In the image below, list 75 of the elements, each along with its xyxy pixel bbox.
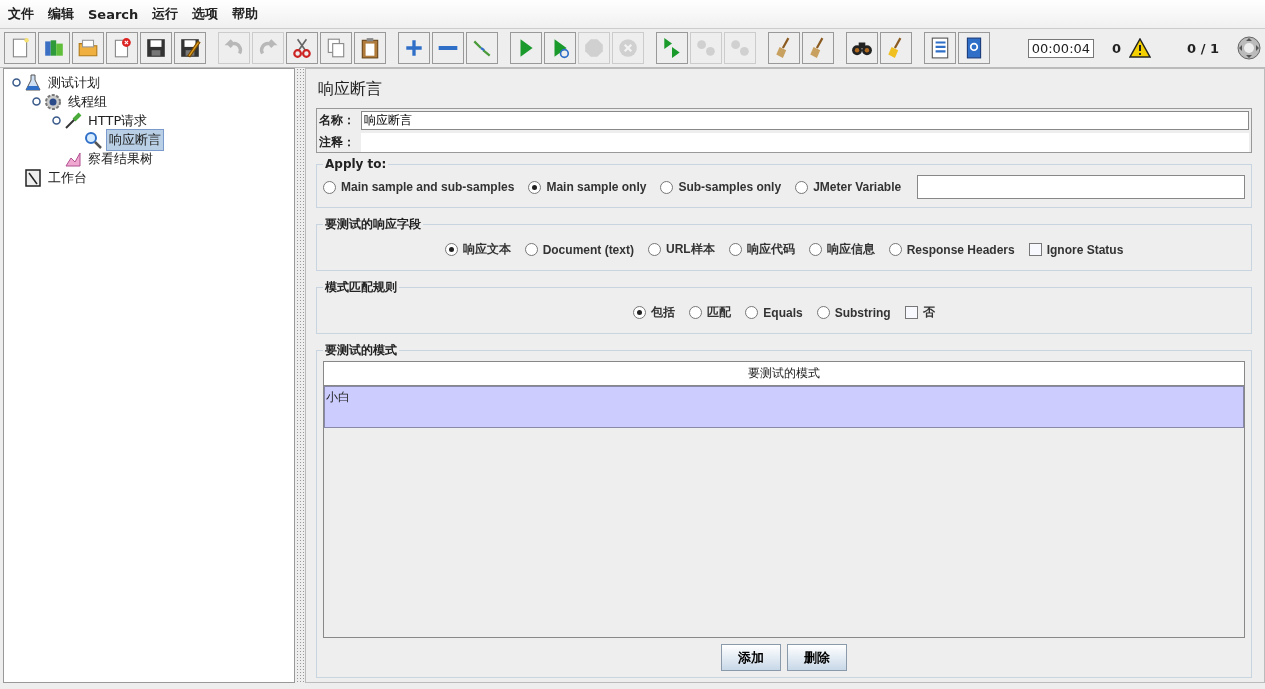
folder-icon: [77, 37, 99, 59]
warning-icon[interactable]: [1129, 38, 1152, 58]
radio-option[interactable]: URL样本: [647, 241, 715, 258]
pipette-icon: [64, 111, 82, 130]
tree-node[interactable]: 测试计划: [46, 72, 102, 93]
flask-icon: [24, 73, 42, 92]
floppy-pencil-icon: [179, 37, 201, 59]
comment-field[interactable]: [361, 133, 1249, 152]
tree-node[interactable]: 工作台: [46, 167, 89, 188]
gear-icon: [44, 92, 62, 111]
radio-option[interactable]: Substring: [816, 305, 891, 320]
toolbar-button[interactable]: [958, 32, 990, 64]
radio-option[interactable]: 响应代码: [728, 241, 795, 258]
expanded-handle-icon[interactable]: [31, 97, 41, 106]
expanded-handle-icon[interactable]: [11, 78, 21, 87]
expanded-handle-icon[interactable]: [51, 116, 61, 125]
books-icon: [43, 37, 65, 59]
copy-icon: [325, 37, 347, 59]
menu-item[interactable]: 选项: [187, 3, 224, 25]
menu-item[interactable]: 帮助: [227, 3, 264, 25]
group-title: 要测试的响应字段: [324, 216, 422, 233]
magnifier-icon: [84, 130, 102, 149]
column-header[interactable]: 要测试的模式: [324, 362, 1244, 386]
table-cell[interactable]: 小白: [324, 386, 1244, 428]
variable-field[interactable]: [917, 175, 1245, 199]
toolbar-button[interactable]: [846, 32, 878, 64]
notepad-icon: [24, 168, 42, 187]
action-button[interactable]: 删除: [787, 644, 847, 671]
group-title: 模式匹配规则: [324, 279, 398, 296]
splitter-handle[interactable]: [296, 68, 304, 683]
panel-title: 响应断言: [317, 78, 383, 100]
tree-node[interactable]: 察看结果树: [86, 148, 155, 169]
group-title: Apply to:: [324, 157, 388, 171]
menu-item[interactable]: Search: [83, 4, 144, 24]
tree-node[interactable]: HTTP请求: [86, 110, 150, 131]
action-button[interactable]: 添加: [721, 644, 781, 671]
checkbox-option[interactable]: Ignore Status: [1028, 242, 1124, 257]
toolbar-button[interactable]: [354, 32, 386, 64]
radio-option[interactable]: 包括: [633, 304, 676, 321]
stop-sign-icon: [583, 37, 605, 59]
field-label: 名称：: [319, 112, 356, 129]
radio-option[interactable]: Main sample only: [528, 180, 647, 194]
field-label: 注释：: [319, 134, 356, 151]
radio-option[interactable]: JMeter Variable: [795, 180, 902, 194]
circle-arrows-icon[interactable]: [1237, 36, 1261, 60]
clipboard-icon: [359, 37, 381, 59]
two-circles-icon: [695, 37, 717, 59]
name-field[interactable]: 响应断言: [361, 111, 1249, 130]
scissors-icon: [291, 37, 313, 59]
radio-option[interactable]: Response Headers: [888, 242, 1015, 257]
error-count: 0: [1112, 40, 1122, 56]
elapsed-time: 00:00:04: [1027, 38, 1095, 58]
checkbox-option[interactable]: 否: [904, 304, 935, 321]
menu-item[interactable]: 运行: [147, 3, 184, 25]
menu-item[interactable]: 编辑: [43, 3, 79, 25]
circle-x-icon: [617, 37, 639, 59]
plus-icon: [403, 37, 425, 59]
tree-node[interactable]: 响应断言: [106, 128, 164, 151]
list-icon: [929, 37, 951, 59]
radio-option[interactable]: 响应文本: [444, 241, 511, 258]
radio-option[interactable]: 响应信息: [808, 241, 875, 258]
menu-item[interactable]: 文件: [3, 3, 39, 25]
minus-icon: [437, 44, 459, 52]
toolbar-button[interactable]: [174, 32, 206, 64]
thread-count: 0 / 1: [1187, 40, 1219, 56]
radio-option[interactable]: Main sample and sub-samples: [323, 180, 515, 194]
radio-option[interactable]: Document (text): [524, 242, 634, 257]
radio-option[interactable]: 匹配: [689, 304, 732, 321]
tree-node[interactable]: 线程组: [66, 91, 109, 112]
two-circles-icon: [729, 37, 751, 59]
toolbar-button[interactable]: [140, 32, 172, 64]
double-play-icon: [661, 37, 683, 59]
radio-option[interactable]: Equals: [745, 305, 803, 320]
group-title: 要测试的模式: [324, 342, 398, 359]
radio-option[interactable]: Sub-samples only: [660, 180, 782, 194]
